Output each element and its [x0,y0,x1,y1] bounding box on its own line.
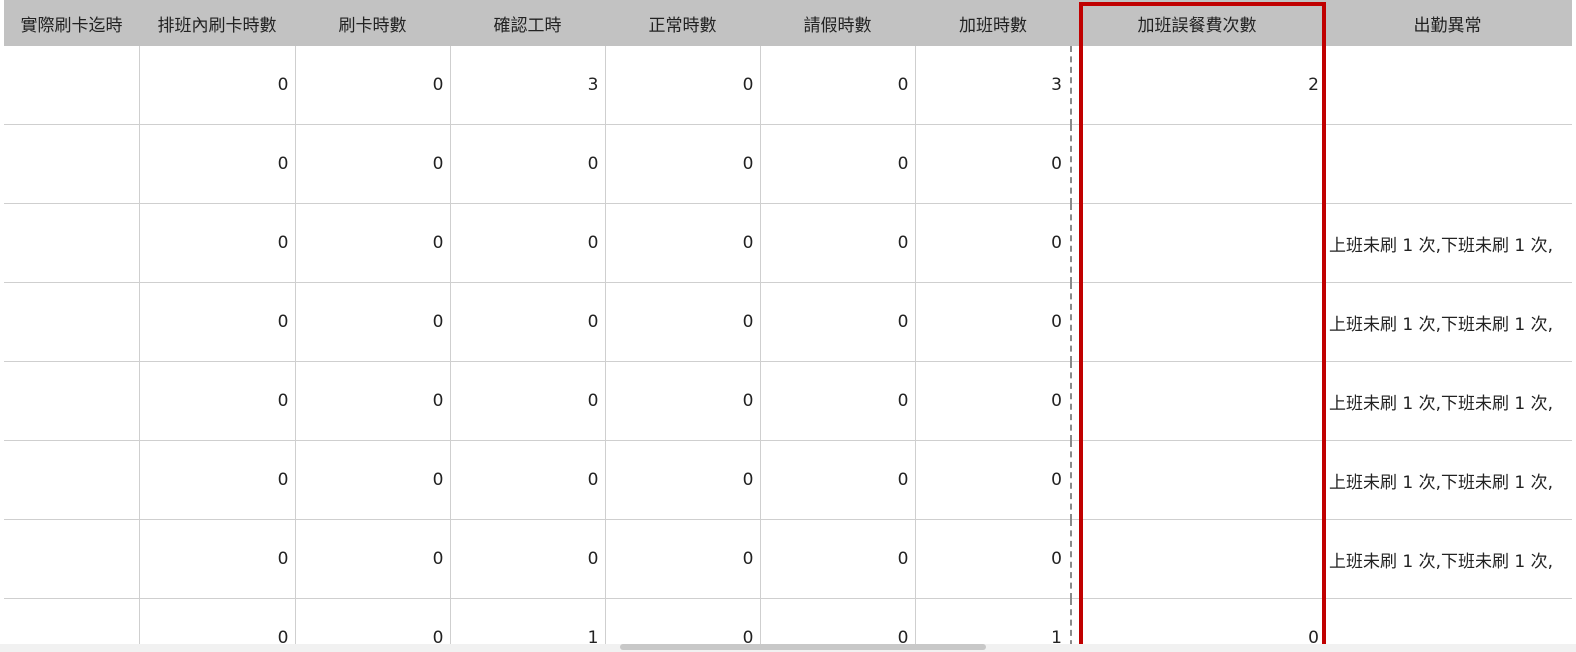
cell-punch-hours[interactable]: 0 [294,519,450,599]
cell-scheduled-punch-hours[interactable]: 0 [138,598,295,644]
cell-scheduled-punch-hours[interactable]: 0 [138,282,295,362]
cell-normal-hours[interactable]: 0 [604,361,760,441]
cell-scheduled-punch-hours[interactable]: 0 [138,440,295,520]
horizontal-scrollbar-thumb[interactable] [620,644,986,650]
cell-attendance-anomaly[interactable]: 上班未刷 1 次,下班未刷 1 次, [1323,282,1572,362]
cell-overtime-meal-count[interactable] [1071,282,1323,362]
cell-scheduled-punch-hours[interactable]: 0 [138,519,295,599]
cell-leave-hours[interactable]: 0 [759,519,915,599]
table-row[interactable]: 0010010 [4,598,1572,644]
column-header-punch-hours[interactable]: 刷卡時數 [295,0,450,46]
cell-attendance-anomaly[interactable] [1323,46,1572,125]
cell-normal-hours[interactable]: 0 [604,519,760,599]
cell-overtime-meal-count[interactable] [1071,361,1323,441]
cell-leave-hours[interactable]: 0 [759,282,915,362]
cell-confirmed-hours[interactable]: 0 [449,282,605,362]
column-header-normal-hours[interactable]: 正常時數 [605,0,760,46]
cell-overtime-meal-count[interactable]: 2 [1071,46,1323,125]
cell-actual-punch-end[interactable] [4,440,139,520]
cell-actual-punch-end[interactable] [4,124,139,204]
cell-actual-punch-end[interactable] [4,598,139,644]
cell-leave-hours[interactable]: 0 [759,361,915,441]
cell-normal-hours[interactable]: 0 [604,203,760,283]
cell-confirmed-hours[interactable]: 0 [449,519,605,599]
cell-leave-hours[interactable]: 0 [759,46,915,125]
table-row[interactable]: 0 0 0 0 0 0 上班未刷 1 次,下班未刷 1 次, [4,440,1572,520]
cell-overtime-hours[interactable]: 0 [914,440,1072,520]
cell-actual-punch-end[interactable] [4,282,139,362]
cell-punch-hours[interactable]: 0 [294,440,450,520]
cell-confirmed-hours[interactable]: 0 [449,203,605,283]
cell-leave-hours[interactable]: 0 [759,124,915,204]
column-header-scheduled-punch-hours[interactable]: 排班內刷卡時數 [139,0,295,46]
cell-leave-hours[interactable]: 0 [759,203,915,283]
cell-normal-hours[interactable]: 0 [604,124,760,204]
cell-punch-hours[interactable]: 0 [294,203,450,283]
table-row[interactable]: 0 0 0 0 0 0 上班未刷 1 次,下班未刷 1 次, [4,361,1572,441]
cell-leave-hours[interactable]: 0 [759,440,915,520]
table-row[interactable]: 0 0 0 0 0 0 上班未刷 1 次,下班未刷 1 次, [4,203,1572,283]
attendance-grid: 實際刷卡迄時 排班內刷卡時數 刷卡時數 確認工時 正常時數 請假時數 加班時數 … [4,0,1576,644]
column-header-leave-hours[interactable]: 請假時數 [760,0,915,46]
cell-overtime-hours[interactable]: 0 [914,519,1072,599]
cell-overtime-hours[interactable]: 0 [914,203,1072,283]
cell-attendance-anomaly[interactable] [1323,598,1572,644]
cell-normal-hours[interactable]: 0 [604,598,760,644]
cell-overtime-hours[interactable]: 0 [914,124,1072,204]
cell-confirmed-hours[interactable]: 0 [449,440,605,520]
cell-normal-hours[interactable]: 0 [604,282,760,362]
cell-punch-hours[interactable]: 0 [294,361,450,441]
cell-confirmed-hours[interactable]: 0 [449,124,605,204]
column-header-confirmed-hours[interactable]: 確認工時 [450,0,605,46]
cell-attendance-anomaly[interactable]: 上班未刷 1 次,下班未刷 1 次, [1323,203,1572,283]
cell-overtime-meal-count[interactable] [1071,519,1323,599]
cell-punch-hours[interactable]: 0 [294,124,450,204]
cell-normal-hours[interactable]: 0 [604,440,760,520]
cell-scheduled-punch-hours[interactable]: 0 [138,361,295,441]
cell-overtime-hours[interactable]: 3 [914,46,1072,125]
cell-confirmed-hours[interactable]: 3 [449,46,605,125]
cell-confirmed-hours[interactable]: 0 [449,361,605,441]
column-header-attendance-anomaly[interactable]: 出勤異常 [1323,0,1572,46]
cell-actual-punch-end[interactable] [4,361,139,441]
cell-attendance-anomaly[interactable] [1323,124,1572,204]
cell-normal-hours[interactable]: 0 [604,46,760,125]
cell-overtime-meal-count[interactable] [1071,124,1323,204]
table-row[interactable]: 0 0 0 0 0 0 上班未刷 1 次,下班未刷 1 次, [4,282,1572,362]
table-row[interactable]: 000000 [4,124,1572,204]
cell-overtime-hours[interactable]: 0 [914,282,1072,362]
table-row[interactable]: 0030032 [4,46,1572,125]
attendance-table: 實際刷卡迄時 排班內刷卡時數 刷卡時數 確認工時 正常時數 請假時數 加班時數 … [4,0,1572,644]
cell-overtime-hours[interactable]: 0 [914,361,1072,441]
cell-overtime-hours[interactable]: 1 [914,598,1072,644]
cell-punch-hours[interactable]: 0 [294,282,450,362]
header-row: 實際刷卡迄時 排班內刷卡時數 刷卡時數 確認工時 正常時數 請假時數 加班時數 … [4,0,1572,46]
cell-scheduled-punch-hours[interactable]: 0 [138,203,295,283]
cell-punch-hours[interactable]: 0 [294,46,450,125]
cell-confirmed-hours[interactable]: 1 [449,598,605,644]
column-header-overtime-hours[interactable]: 加班時數 [915,0,1071,46]
cell-punch-hours[interactable]: 0 [294,598,450,644]
cell-scheduled-punch-hours[interactable]: 0 [138,46,295,125]
table-row[interactable]: 0 0 0 0 0 0 上班未刷 1 次,下班未刷 1 次, [4,519,1572,599]
cell-actual-punch-end[interactable] [4,519,139,599]
cell-overtime-meal-count[interactable]: 0 [1071,598,1323,644]
cell-scheduled-punch-hours[interactable]: 0 [138,124,295,204]
cell-overtime-meal-count[interactable] [1071,203,1323,283]
cell-attendance-anomaly[interactable]: 上班未刷 1 次,下班未刷 1 次, [1323,361,1572,441]
cell-overtime-meal-count[interactable] [1071,440,1323,520]
cell-leave-hours[interactable]: 0 [759,598,915,644]
column-header-actual-punch-end[interactable]: 實際刷卡迄時 [4,0,139,46]
cell-attendance-anomaly[interactable]: 上班未刷 1 次,下班未刷 1 次, [1323,440,1572,520]
cell-actual-punch-end[interactable] [4,46,139,125]
column-header-overtime-meal-count[interactable]: 加班誤餐費次數 [1071,0,1323,46]
cell-actual-punch-end[interactable] [4,203,139,283]
cell-attendance-anomaly[interactable]: 上班未刷 1 次,下班未刷 1 次, [1323,519,1572,599]
